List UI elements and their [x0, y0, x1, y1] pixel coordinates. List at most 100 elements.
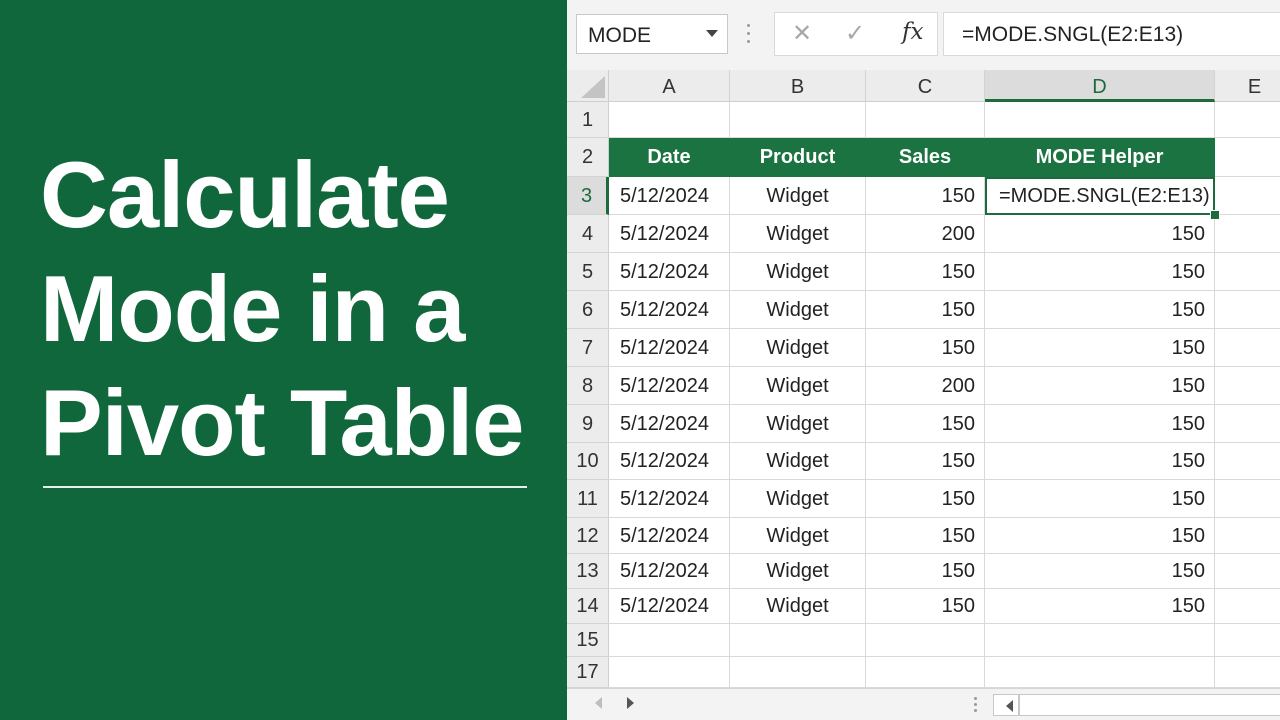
cell-d1[interactable]	[985, 102, 1215, 138]
cell-b7[interactable]: Widget	[730, 329, 866, 367]
column-header-b[interactable]: B	[730, 70, 866, 102]
row-header-1[interactable]: 1	[567, 102, 609, 138]
cell-d14[interactable]: 150	[985, 589, 1215, 624]
cell-d15[interactable]	[985, 624, 1215, 657]
cell-d10[interactable]: 150	[985, 443, 1215, 480]
scrollbar-thumb[interactable]	[1018, 694, 1020, 716]
table-header-d[interactable]: MODE Helper	[985, 138, 1215, 177]
drag-handle-icon[interactable]	[747, 24, 751, 46]
row-header-7[interactable]: 7	[567, 329, 609, 367]
cell-b8[interactable]: Widget	[730, 367, 866, 405]
cell-b1[interactable]	[730, 102, 866, 138]
column-header-a[interactable]: A	[609, 70, 730, 102]
insert-function-icon[interactable]: fx	[902, 19, 923, 45]
scroll-right-icon[interactable]	[627, 697, 634, 709]
cell-c11[interactable]: 150	[866, 480, 985, 518]
cell-a3[interactable]: 5/12/2024	[609, 177, 730, 215]
cell-b17[interactable]	[730, 657, 866, 688]
name-box[interactable]: MODE	[576, 14, 728, 54]
row-header-11[interactable]: 11	[567, 480, 609, 518]
row-header-4[interactable]: 4	[567, 215, 609, 253]
table-header-a[interactable]: Date	[609, 138, 730, 177]
cell-e13[interactable]	[1215, 554, 1280, 589]
cell-e2[interactable]	[1215, 138, 1280, 177]
row-header-17[interactable]: 17	[567, 657, 609, 688]
row-header-9[interactable]: 9	[567, 405, 609, 443]
row-header-12[interactable]: 12	[567, 518, 609, 554]
cell-e7[interactable]	[1215, 329, 1280, 367]
row-header-3[interactable]: 3	[567, 177, 609, 215]
cell-d12[interactable]: 150	[985, 518, 1215, 554]
cell-b14[interactable]: Widget	[730, 589, 866, 624]
cancel-icon[interactable]: ✕	[792, 19, 812, 48]
cell-c14[interactable]: 150	[866, 589, 985, 624]
cell-a13[interactable]: 5/12/2024	[609, 554, 730, 589]
cell-c1[interactable]	[866, 102, 985, 138]
table-header-b[interactable]: Product	[730, 138, 866, 177]
cell-a7[interactable]: 5/12/2024	[609, 329, 730, 367]
cell-e5[interactable]	[1215, 253, 1280, 291]
cell-e15[interactable]	[1215, 624, 1280, 657]
cell-c15[interactable]	[866, 624, 985, 657]
cell-e14[interactable]	[1215, 589, 1280, 624]
cell-b11[interactable]: Widget	[730, 480, 866, 518]
select-all-corner[interactable]	[567, 70, 609, 102]
cell-b13[interactable]: Widget	[730, 554, 866, 589]
cell-c12[interactable]: 150	[866, 518, 985, 554]
cell-d9[interactable]: 150	[985, 405, 1215, 443]
cell-d17[interactable]	[985, 657, 1215, 688]
cell-a12[interactable]: 5/12/2024	[609, 518, 730, 554]
row-header-13[interactable]: 13	[567, 554, 609, 589]
cell-e4[interactable]	[1215, 215, 1280, 253]
cell-d7[interactable]: 150	[985, 329, 1215, 367]
cell-b3[interactable]: Widget	[730, 177, 866, 215]
cell-b12[interactable]: Widget	[730, 518, 866, 554]
cell-c4[interactable]: 200	[866, 215, 985, 253]
row-header-10[interactable]: 10	[567, 443, 609, 480]
table-header-c[interactable]: Sales	[866, 138, 985, 177]
active-cell-d3[interactable]: =MODE.SNGL(E2:E13)	[985, 177, 1215, 215]
row-header-8[interactable]: 8	[567, 367, 609, 405]
formula-input[interactable]: =MODE.SNGL(E2:E13)	[943, 12, 1280, 56]
cell-a9[interactable]: 5/12/2024	[609, 405, 730, 443]
row-header-2[interactable]: 2	[567, 138, 609, 177]
cell-e3[interactable]	[1215, 177, 1280, 215]
cell-d5[interactable]: 150	[985, 253, 1215, 291]
scroll-left-icon[interactable]	[1006, 700, 1013, 712]
cell-a11[interactable]: 5/12/2024	[609, 480, 730, 518]
cell-b6[interactable]: Widget	[730, 291, 866, 329]
cell-a6[interactable]: 5/12/2024	[609, 291, 730, 329]
cell-e8[interactable]	[1215, 367, 1280, 405]
cell-a10[interactable]: 5/12/2024	[609, 443, 730, 480]
cell-c9[interactable]: 150	[866, 405, 985, 443]
cell-a15[interactable]	[609, 624, 730, 657]
row-header-6[interactable]: 6	[567, 291, 609, 329]
fill-handle[interactable]	[1210, 210, 1220, 220]
row-header-15[interactable]: 15	[567, 624, 609, 657]
cell-d6[interactable]: 150	[985, 291, 1215, 329]
enter-icon[interactable]: ✓	[845, 19, 865, 48]
cell-a8[interactable]: 5/12/2024	[609, 367, 730, 405]
cell-e17[interactable]	[1215, 657, 1280, 688]
cell-c3[interactable]: 150	[866, 177, 985, 215]
drag-handle-icon[interactable]	[974, 697, 977, 715]
row-header-5[interactable]: 5	[567, 253, 609, 291]
cell-c6[interactable]: 150	[866, 291, 985, 329]
cell-d11[interactable]: 150	[985, 480, 1215, 518]
horizontal-scrollbar[interactable]	[993, 694, 1280, 716]
cell-a14[interactable]: 5/12/2024	[609, 589, 730, 624]
cell-a4[interactable]: 5/12/2024	[609, 215, 730, 253]
cell-a5[interactable]: 5/12/2024	[609, 253, 730, 291]
cell-c7[interactable]: 150	[866, 329, 985, 367]
cell-c10[interactable]: 150	[866, 443, 985, 480]
cell-e11[interactable]	[1215, 480, 1280, 518]
cell-e9[interactable]	[1215, 405, 1280, 443]
cell-e10[interactable]	[1215, 443, 1280, 480]
cell-a1[interactable]	[609, 102, 730, 138]
cell-c8[interactable]: 200	[866, 367, 985, 405]
cell-b4[interactable]: Widget	[730, 215, 866, 253]
cell-d8[interactable]: 150	[985, 367, 1215, 405]
cell-b9[interactable]: Widget	[730, 405, 866, 443]
row-header-14[interactable]: 14	[567, 589, 609, 624]
column-header-e[interactable]: E	[1215, 70, 1280, 102]
